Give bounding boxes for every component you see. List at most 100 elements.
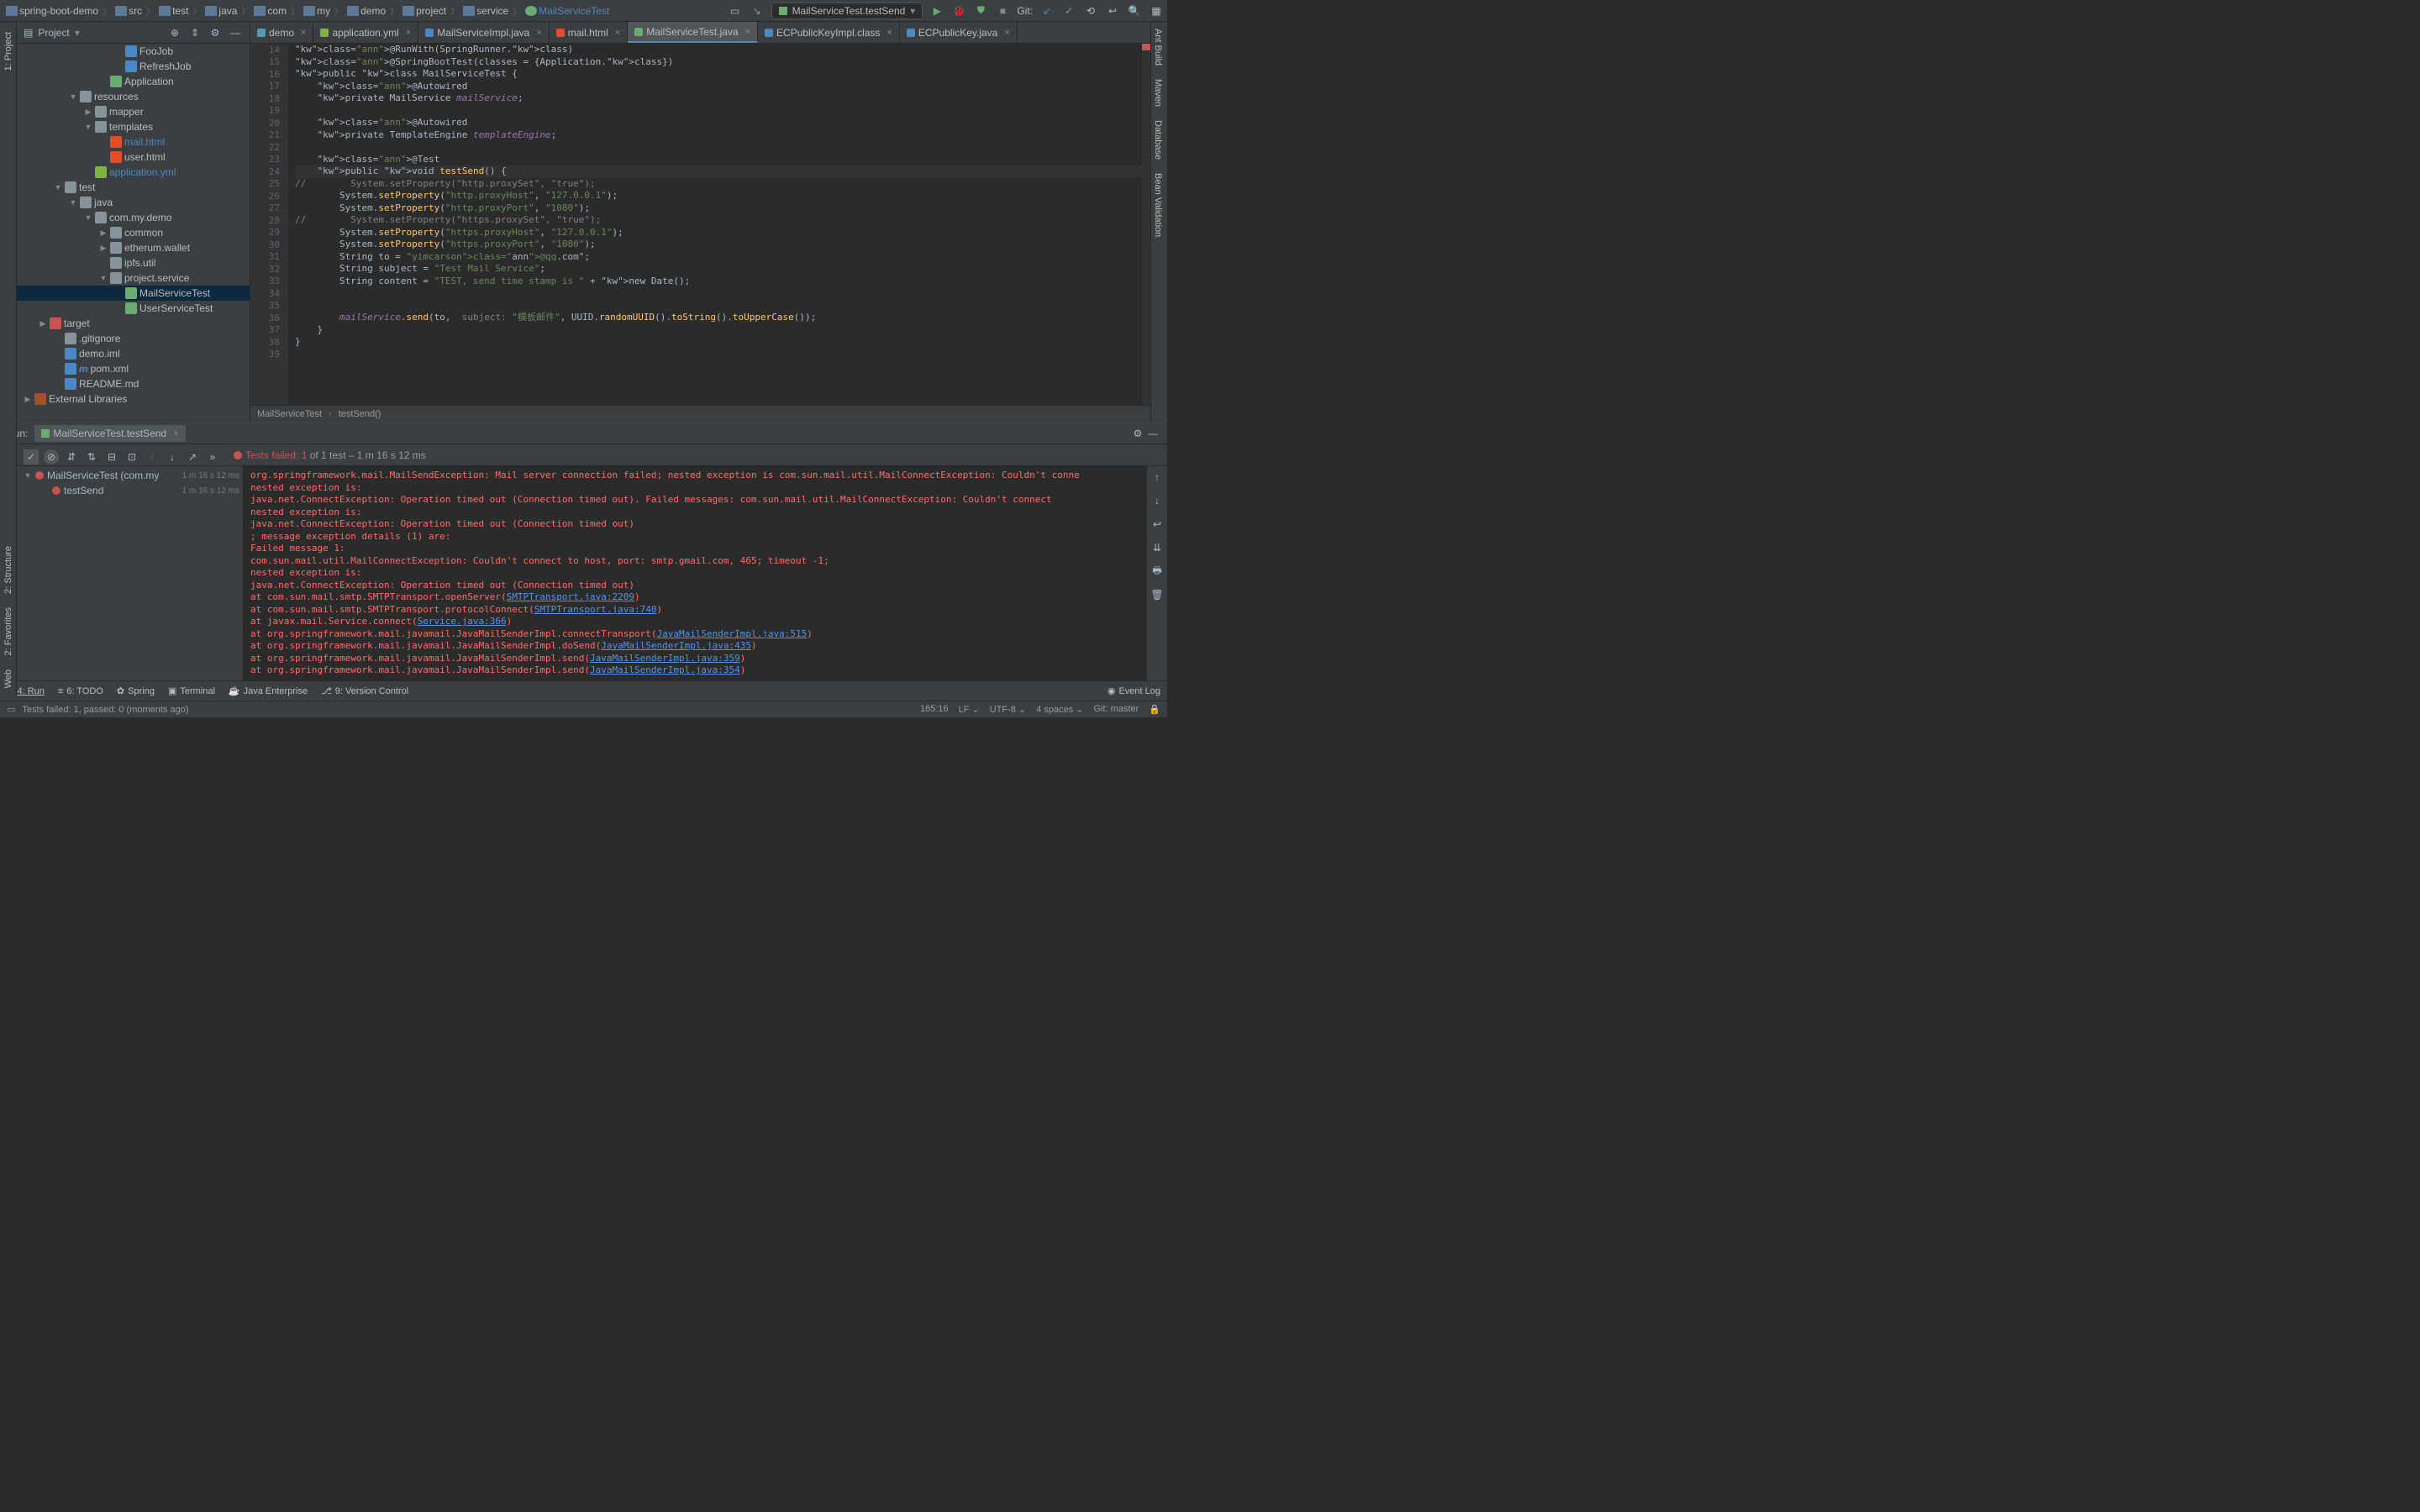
collapse-icon[interactable]: ⇕ (187, 25, 203, 40)
line-separator[interactable]: LF ⌄ (959, 704, 980, 715)
tree-item[interactable]: ▶External Libraries (17, 391, 250, 407)
editor-tab[interactable]: MailServiceImpl.java× (418, 22, 549, 43)
spring-tool-button[interactable]: ✿ Spring (117, 685, 155, 696)
breadcrumb-item[interactable]: src (113, 4, 145, 18)
tree-item[interactable]: README.md (17, 376, 250, 391)
encoding[interactable]: UTF-8 ⌄ (990, 704, 1026, 715)
right-tool-button[interactable]: Maven (1151, 72, 1165, 113)
breadcrumb-item[interactable]: MailServiceTest (523, 4, 612, 18)
caret-position[interactable]: 165:16 (920, 704, 949, 715)
close-icon[interactable]: × (536, 28, 541, 38)
project-header-label[interactable]: Project (38, 27, 69, 39)
close-icon[interactable]: × (173, 428, 178, 438)
console-output[interactable]: org.springframework.mail.MailSendExcepti… (244, 466, 1147, 680)
project-tool-button[interactable]: 1: Project (3, 25, 13, 77)
soft-wrap-icon[interactable]: ↩ (1150, 517, 1165, 532)
git-update-icon[interactable]: ↙ (1039, 3, 1055, 18)
vcs-tool-button[interactable]: ⎇ 9: Version Control (321, 685, 408, 696)
editor-tab[interactable]: mail.html× (550, 22, 628, 43)
close-icon[interactable]: × (1004, 28, 1009, 38)
right-tool-button[interactable]: Bean Validation (1151, 166, 1165, 244)
indent[interactable]: 4 spaces ⌄ (1036, 704, 1083, 715)
project-tree[interactable]: FooJobRefreshJobApplication▼resources▶ma… (17, 44, 250, 422)
breadcrumb-item[interactable]: project (400, 4, 449, 18)
breadcrumb-item[interactable]: my (301, 4, 333, 18)
collapse-all-icon[interactable]: ⊡ (124, 449, 139, 465)
show-ignored-icon[interactable]: ⊘ (44, 449, 59, 465)
coverage-icon[interactable]: ⛊ (973, 3, 988, 18)
hammer-icon[interactable]: ↘ (750, 3, 765, 18)
scroll-end-icon[interactable]: ⇊ (1150, 540, 1165, 555)
test-tree[interactable]: ▼MailServiceTest (com.my1 m 16 s 12 mste… (20, 466, 244, 680)
tree-item[interactable]: RefreshJob (17, 59, 250, 74)
tree-item[interactable]: ▶target (17, 316, 250, 331)
breadcrumb-item[interactable]: demo (345, 4, 388, 18)
expand-icon[interactable]: ⊟ (104, 449, 119, 465)
breadcrumb-item[interactable]: com (251, 4, 289, 18)
tree-item[interactable]: ipfs.util (17, 255, 250, 270)
run-config-selector[interactable]: MailServiceTest.testSend ▾ (771, 3, 923, 19)
editor-tab[interactable]: MailServiceTest.java× (628, 22, 758, 43)
locate-icon[interactable]: ⊕ (167, 25, 182, 40)
gear-icon[interactable]: ⚙ (1130, 426, 1145, 441)
scroll-down-icon[interactable]: ↓ (1150, 493, 1165, 508)
close-icon[interactable]: × (886, 28, 892, 38)
web-tool-button[interactable]: Web (3, 663, 13, 695)
close-icon[interactable]: × (301, 28, 306, 38)
terminal-tool-button[interactable]: ▣ Terminal (168, 685, 215, 696)
todo-tool-button[interactable]: ≡ 6: TODO (58, 686, 103, 696)
tree-item[interactable]: MailServiceTest (17, 286, 250, 301)
search-icon[interactable]: 🔍 (1127, 3, 1142, 18)
favorites-tool-button[interactable]: 2: Favorites (3, 601, 13, 662)
breadcrumb-item[interactable]: spring-boot-demo (3, 4, 101, 18)
sort2-icon[interactable]: ⇅ (84, 449, 99, 465)
more-icon[interactable]: » (205, 449, 220, 465)
show-passed-icon[interactable]: ✓ (24, 449, 39, 465)
tree-item[interactable]: ▼resources (17, 89, 250, 104)
close-icon[interactable]: × (745, 27, 750, 37)
tree-item[interactable]: ▶mapper (17, 104, 250, 119)
editor-tab[interactable]: ECPublicKeyImpl.class× (758, 22, 900, 43)
tree-item[interactable]: user.html (17, 150, 250, 165)
tree-item[interactable]: m pom.xml (17, 361, 250, 376)
lock-icon[interactable]: 🔒 (1149, 704, 1160, 715)
code-editor[interactable]: 1415161718192021222324252627282930313233… (250, 44, 1150, 405)
print-icon[interactable]: 🖶 (1150, 564, 1165, 579)
editor-tab[interactable]: demo× (250, 22, 313, 43)
tree-item[interactable]: Application (17, 74, 250, 89)
editor-tab[interactable]: application.yml× (313, 22, 418, 43)
java-ee-tool-button[interactable]: ☕ Java Enterprise (229, 685, 308, 696)
export-icon[interactable]: ↗ (185, 449, 200, 465)
sort-icon[interactable]: ⇵ (64, 449, 79, 465)
tree-item[interactable]: .gitignore (17, 331, 250, 346)
close-icon[interactable]: × (406, 28, 411, 38)
close-icon[interactable]: × (615, 28, 620, 38)
stop-icon[interactable]: ■ (995, 3, 1010, 18)
git-revert-icon[interactable]: ↩ (1105, 3, 1120, 18)
tree-item[interactable]: demo.iml (17, 346, 250, 361)
ide-settings-icon[interactable]: ▦ (1149, 3, 1164, 18)
scroll-up-icon[interactable]: ↑ (1150, 470, 1165, 485)
tree-item[interactable]: ▼project.service (17, 270, 250, 286)
tree-item[interactable]: ▼templates (17, 119, 250, 134)
tree-item[interactable]: ▼java (17, 195, 250, 210)
editor-tab[interactable]: ECPublicKey.java× (900, 22, 1018, 43)
hide-icon[interactable]: — (1145, 426, 1160, 441)
tree-item[interactable]: mail.html (17, 134, 250, 150)
build-icon[interactable]: ▭ (728, 3, 743, 18)
git-history-icon[interactable]: ⟲ (1083, 3, 1098, 18)
right-tool-button[interactable]: Database (1151, 113, 1165, 166)
structure-tool-button[interactable]: 2: Structure (3, 539, 13, 601)
git-commit-icon[interactable]: ✓ (1061, 3, 1076, 18)
tree-item[interactable]: ▼test (17, 180, 250, 195)
tree-item[interactable]: FooJob (17, 44, 250, 59)
tree-item[interactable]: ▶common (17, 225, 250, 240)
test-tree-item[interactable]: ▼MailServiceTest (com.my1 m 16 s 12 ms (20, 468, 243, 483)
git-branch[interactable]: Git: master (1094, 704, 1139, 715)
breadcrumb-item[interactable]: test (156, 4, 191, 18)
event-log-button[interactable]: ◉ Event Log (1107, 685, 1160, 696)
debug-icon[interactable]: 🐞 (951, 3, 966, 18)
hide-icon[interactable]: — (228, 25, 243, 40)
breadcrumb-item[interactable]: service (460, 4, 511, 18)
breadcrumb-item[interactable]: java (203, 4, 239, 18)
